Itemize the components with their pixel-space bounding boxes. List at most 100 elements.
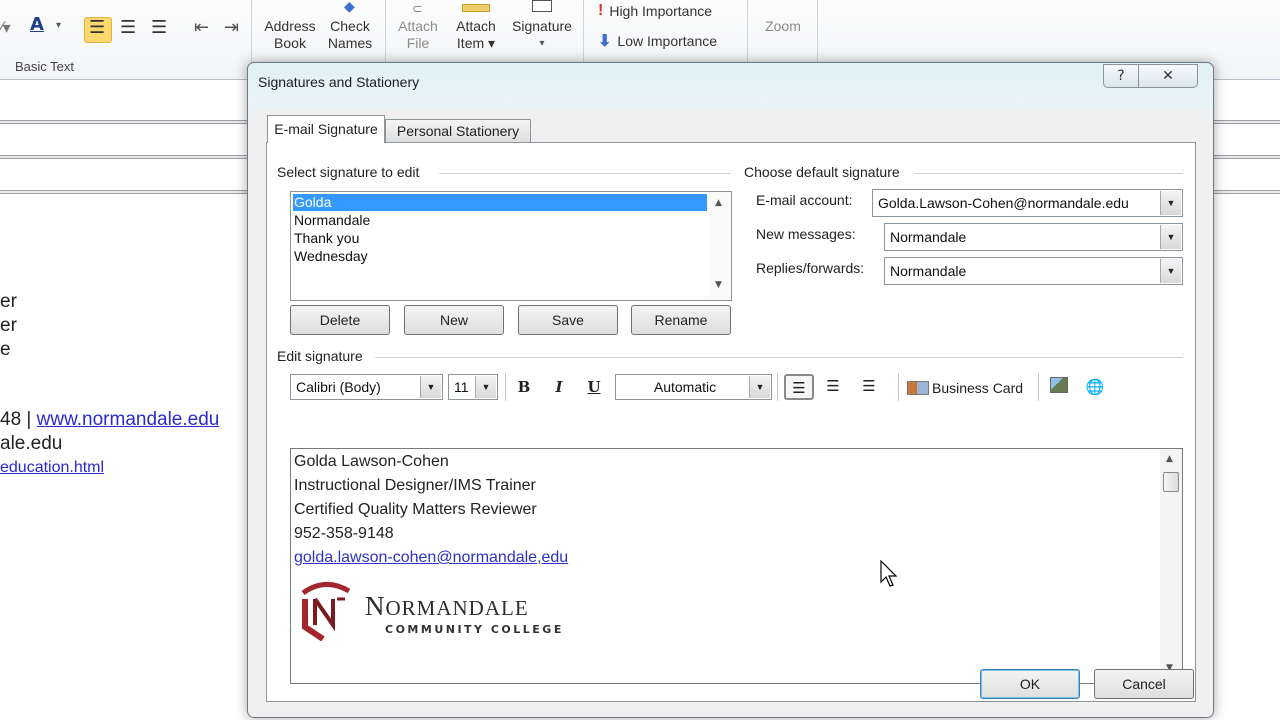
- low-importance-button[interactable]: ⬇ Low Importance: [598, 31, 717, 51]
- highlight-dropdown-icon[interactable]: ⁄▾: [0, 18, 11, 37]
- address-book-button[interactable]: Address Book: [262, 18, 318, 52]
- signature-list[interactable]: Golda Normandale Thank you Wednesday ▲ ▼: [290, 191, 732, 301]
- align-center-button[interactable]: ☰: [821, 374, 845, 400]
- high-importance-button[interactable]: ! High Importance: [598, 2, 712, 20]
- editor-scrollbar[interactable]: ▲ ▼: [1160, 449, 1182, 683]
- edit-signature-label: Edit signature: [277, 348, 363, 364]
- tab-email-signature-label: E-mail Signature: [274, 121, 378, 137]
- email-account-select[interactable]: Golda.Lawson-Cohen@normandale.edu ▼: [872, 189, 1183, 217]
- logo-subtitle: COMMUNITY COLLEGE: [385, 623, 564, 636]
- section-divider: [375, 357, 1183, 358]
- chevron-down-icon[interactable]: ▼: [749, 376, 770, 398]
- scroll-down-icon[interactable]: ▼: [715, 280, 722, 290]
- business-card-button[interactable]: Business Card: [907, 375, 1027, 401]
- zoom-label: Zoom: [765, 18, 801, 34]
- attach-file-button[interactable]: ⊂ Attach File: [394, 1, 442, 52]
- signature-button[interactable]: Signature ▾: [506, 0, 578, 52]
- logo-word-rest: ORMANDALE: [385, 596, 529, 620]
- email-account-value: Golda.Lawson-Cohen@normandale.edu: [878, 195, 1129, 211]
- scroll-up-icon[interactable]: ▲: [1166, 454, 1173, 464]
- toolbar-separator: [898, 373, 899, 401]
- check-names-button[interactable]: ◆ Check Names: [324, 0, 376, 52]
- body-phone-fragment: 48 |: [0, 409, 37, 430]
- body-email-fragment: ale.edu: [0, 433, 63, 454]
- tab-personal-stationery-label: Personal Stationery: [396, 123, 520, 139]
- page-link[interactable]: education.html: [0, 456, 219, 480]
- envelope-icon: [462, 4, 490, 12]
- font-color-dropdown-icon[interactable]: ▾: [56, 20, 61, 31]
- signature-editor[interactable]: Golda Lawson-Cohen Instructional Designe…: [290, 448, 1183, 684]
- signature-certification: Certified Quality Matters Reviewer: [294, 501, 537, 518]
- font-size-select[interactable]: 11 ▼: [448, 374, 498, 400]
- attach-item-label-2: Item ▾: [456, 35, 496, 51]
- signature-label: Signature: [512, 18, 572, 34]
- cancel-button[interactable]: Cancel: [1094, 669, 1194, 699]
- insert-picture-button[interactable]: [1048, 376, 1070, 402]
- signature-phone: 952-358-9148: [294, 525, 394, 542]
- toolbar-separator: [777, 373, 778, 401]
- close-icon: ✕: [1162, 68, 1174, 84]
- help-button[interactable]: ?: [1103, 64, 1139, 88]
- close-button[interactable]: ✕: [1138, 64, 1198, 88]
- align-right-button[interactable]: ☰: [857, 374, 881, 400]
- insert-hyperlink-button[interactable]: 🌐: [1083, 375, 1107, 401]
- italic-button[interactable]: I: [548, 375, 570, 401]
- attach-item-button[interactable]: Attach Item ▾: [450, 4, 502, 52]
- rename-button[interactable]: Rename: [631, 305, 731, 335]
- scrollbar-thumb[interactable]: [1163, 472, 1179, 492]
- tab-personal-stationery[interactable]: Personal Stationery: [385, 119, 531, 143]
- signature-icon: [532, 0, 552, 12]
- body-line: e: [0, 339, 11, 360]
- signature-item-thank-you[interactable]: Thank you: [293, 230, 707, 247]
- align-left-button[interactable]: ☰: [784, 374, 814, 400]
- attach-file-label-1: Attach: [398, 18, 438, 34]
- dialog-content: E-mail Signature Personal Stationery Sel…: [258, 109, 1204, 709]
- chevron-down-icon[interactable]: ▼: [420, 376, 441, 398]
- default-signature-label: Choose default signature: [744, 164, 900, 180]
- align-left-icon[interactable]: ☰: [89, 17, 105, 38]
- signature-item-golda[interactable]: Golda: [293, 194, 707, 211]
- signature-email-link[interactable]: golda.lawson-cohen@normandale,edu: [294, 549, 568, 567]
- align-right-icon[interactable]: ☰: [151, 17, 167, 38]
- chevron-down-icon[interactable]: ▼: [475, 376, 496, 398]
- bold-button[interactable]: B: [513, 375, 535, 401]
- signature-item-wednesday[interactable]: Wednesday: [293, 248, 707, 265]
- section-divider: [439, 173, 731, 174]
- new-messages-label: New messages:: [756, 226, 856, 242]
- font-color-select[interactable]: Automatic ▼: [615, 374, 772, 400]
- decrease-indent-icon[interactable]: ⇤: [194, 17, 209, 38]
- signature-dropdown-icon: ▾: [539, 38, 545, 49]
- new-messages-select[interactable]: Normandale ▼: [884, 223, 1183, 251]
- align-right-icon: ☰: [862, 377, 876, 395]
- signature-list-scrollbar[interactable]: ▲ ▼: [709, 192, 731, 300]
- new-button[interactable]: New: [404, 305, 504, 335]
- chevron-down-icon[interactable]: ▼: [1160, 191, 1181, 215]
- message-body[interactable]: er er e 48 | www.normandale.edu ale.edu …: [0, 290, 219, 480]
- ok-button[interactable]: OK: [980, 669, 1080, 699]
- down-arrow-icon: ⬇: [598, 33, 612, 50]
- signature-item-normandale[interactable]: Normandale: [293, 212, 707, 229]
- font-color-value: Automatic: [653, 379, 717, 395]
- chevron-down-icon[interactable]: ▼: [1160, 259, 1181, 283]
- address-book-label-1: Address: [264, 18, 316, 34]
- replies-forwards-select[interactable]: Normandale ▼: [884, 257, 1183, 285]
- low-importance-label: Low Importance: [617, 33, 718, 49]
- tab-email-signature[interactable]: E-mail Signature: [267, 115, 385, 143]
- body-line: er: [0, 291, 17, 312]
- align-center-icon[interactable]: ☰: [120, 17, 136, 38]
- delete-button[interactable]: Delete: [290, 305, 390, 335]
- address-book-label-2: Book: [274, 35, 306, 51]
- chevron-down-icon[interactable]: ▼: [1160, 225, 1181, 249]
- save-button[interactable]: Save: [518, 305, 618, 335]
- scroll-up-icon[interactable]: ▲: [715, 198, 722, 208]
- signatures-dialog: Signatures and Stationery ? ✕ E-mail Sig…: [247, 62, 1214, 718]
- underline-button[interactable]: U: [583, 375, 605, 401]
- website-link[interactable]: www.normandale.edu: [37, 409, 220, 430]
- increase-indent-icon[interactable]: ⇥: [224, 17, 239, 38]
- zoom-button[interactable]: Zoom: [756, 18, 810, 35]
- hyperlink-globe-icon: 🌐: [1085, 378, 1105, 396]
- font-select[interactable]: Calibri (Body) ▼: [290, 374, 443, 400]
- font-color-icon[interactable]: A: [30, 14, 44, 35]
- toolbar-separator: [505, 373, 506, 401]
- mouse-cursor-icon: [880, 560, 898, 587]
